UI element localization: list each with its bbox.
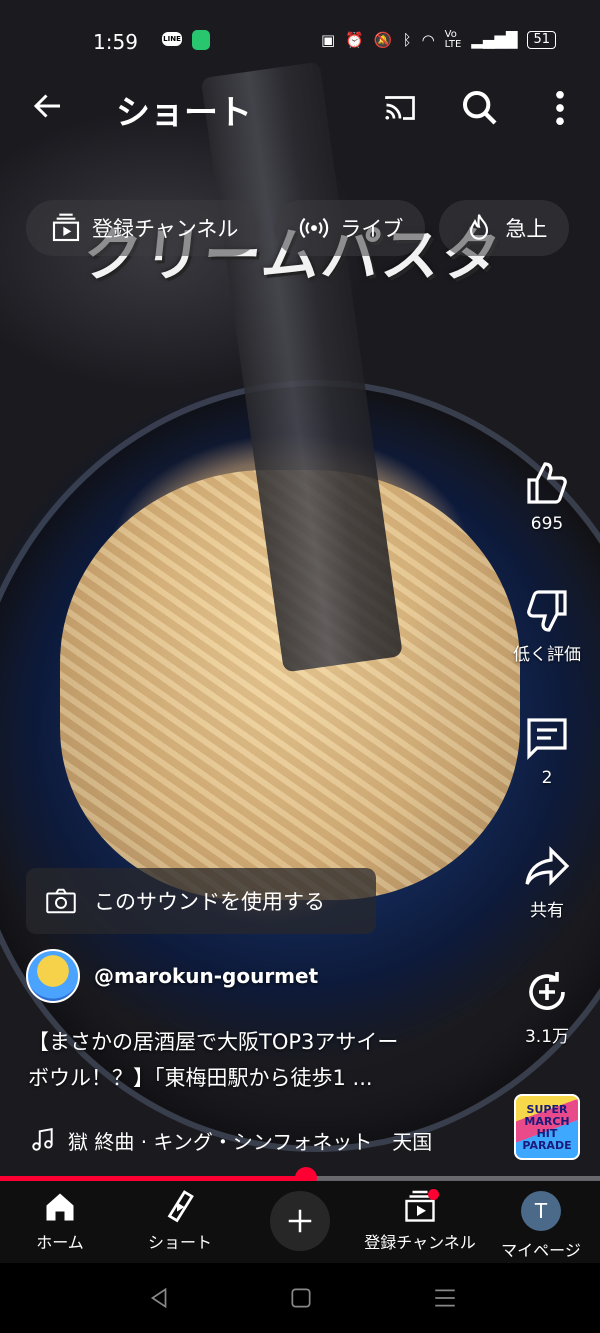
line-icon: LINE (162, 32, 182, 46)
top-app-bar: ショート (0, 78, 600, 136)
channel-row[interactable]: @marokun-gourmet (26, 946, 318, 1006)
alarm-icon: ⏰ (345, 31, 364, 49)
system-navigation-bar (0, 1263, 600, 1333)
account-avatar: T (521, 1191, 561, 1231)
like-count: 695 (530, 514, 564, 534)
chip-label: 登録チャンネル (92, 217, 239, 241)
nav-shorts-label: ショート (147, 1233, 212, 1252)
live-icon (300, 217, 329, 239)
remix-count: 3.1万 (524, 1027, 570, 1047)
chip-label: ライブ (340, 217, 404, 241)
share-label: 共有 (530, 901, 564, 921)
create-button[interactable] (270, 1191, 330, 1251)
remix-icon (529, 972, 565, 1010)
home-square-icon[interactable] (288, 1285, 314, 1311)
trending-icon (470, 214, 489, 240)
dislike-label: 低く評価 (513, 645, 581, 665)
nav-home-label: ホーム (36, 1233, 84, 1252)
clock: 1:59 (93, 30, 138, 54)
video-description[interactable]: 【まさかの居酒屋で大阪TOP3アサイー ボウル！？】「東梅田駅から徒歩1 ... (28, 1024, 498, 1096)
status-bar: 1:59 LINE ▣ ⏰ 🔕 ᛒ ◠ Vo LTE ▂▄▆█ 51 (0, 18, 600, 62)
music-note-icon (32, 1127, 53, 1151)
chip-live[interactable]: ライブ (274, 200, 426, 256)
description-line: 【まさかの居酒屋で大阪TOP3アサイー (28, 1030, 399, 1054)
home-icon (46, 1193, 74, 1221)
back-triangle-icon[interactable] (146, 1285, 172, 1311)
new-content-dot (428, 1189, 439, 1200)
battery-saver-icon (192, 30, 210, 50)
comment-count: 2 (541, 768, 553, 788)
feed-chips: 登録チャンネル ライブ 急上 (26, 200, 600, 256)
use-sound-button[interactable]: このサウンドを使用する (26, 868, 376, 934)
music-thumb-text: SUPER MARCH HIT PARADE (522, 1103, 572, 1152)
status-icons: ▣ ⏰ 🔕 ᛒ ◠ Vo LTE ▂▄▆█ 51 (321, 30, 556, 50)
camera-icon (46, 888, 76, 914)
battery-icon: 51 (527, 31, 556, 49)
nfc-icon: ▣ (321, 31, 336, 49)
page-title: ショート (116, 93, 252, 133)
channel-avatar[interactable] (26, 949, 80, 1003)
description-line: ボウル！？】「東梅田駅から徒歩1 ... (28, 1066, 373, 1090)
cast-icon[interactable] (380, 90, 420, 126)
share-button[interactable]: 共有 (506, 842, 588, 921)
bluetooth-icon: ᛒ (402, 31, 412, 49)
chip-subscriptions[interactable]: 登録チャンネル (26, 200, 261, 256)
signal-icon: ▂▄▆█ (471, 31, 518, 49)
bottom-navigation: ホーム ショート 登録チャンネル T マイページ (0, 1181, 600, 1263)
nav-mypage-label: マイページ (501, 1241, 581, 1260)
subscriptions-icon (52, 213, 80, 242)
mute-icon: 🔕 (373, 31, 393, 49)
music-title: 獄 終曲 · キング・シンフォネット 天国 (68, 1129, 433, 1154)
search-icon[interactable] (460, 88, 500, 128)
nav-home[interactable]: ホーム (20, 1181, 100, 1253)
use-sound-label: このサウンドを使用する (94, 890, 325, 914)
nav-subscriptions[interactable]: 登録チャンネル (358, 1181, 482, 1253)
chip-trending[interactable]: 急上 (439, 200, 570, 256)
nav-subscriptions-label: 登録チャンネル (364, 1233, 476, 1252)
nav-mypage[interactable]: T マイページ (496, 1181, 586, 1261)
chip-label: 急上 (505, 217, 548, 241)
remix-button[interactable]: 3.1万 (506, 968, 588, 1047)
music-row[interactable]: 獄 終曲 · キング・シンフォネット 天国 (30, 1124, 500, 1156)
wifi-icon: ◠ (421, 31, 435, 49)
nav-shorts[interactable]: ショート (140, 1181, 220, 1253)
more-vert-icon[interactable] (548, 86, 572, 130)
dislike-button[interactable]: 低く評価 (506, 586, 588, 665)
volte-icon: Vo LTE (444, 29, 462, 50)
music-thumbnail[interactable]: SUPER MARCH HIT PARADE (514, 1094, 580, 1160)
like-button[interactable]: 695 (506, 460, 588, 534)
recents-icon[interactable] (432, 1285, 458, 1311)
back-arrow-icon[interactable] (30, 88, 66, 124)
comments-button[interactable]: 2 (506, 714, 588, 788)
thumb-up-icon (527, 462, 567, 504)
comment-icon (527, 718, 567, 760)
plus-icon (288, 1209, 312, 1233)
thumb-down-icon (527, 590, 567, 632)
share-icon (525, 846, 570, 886)
channel-handle[interactable]: @marokun-gourmet (94, 964, 318, 988)
shorts-icon (167, 1190, 194, 1223)
